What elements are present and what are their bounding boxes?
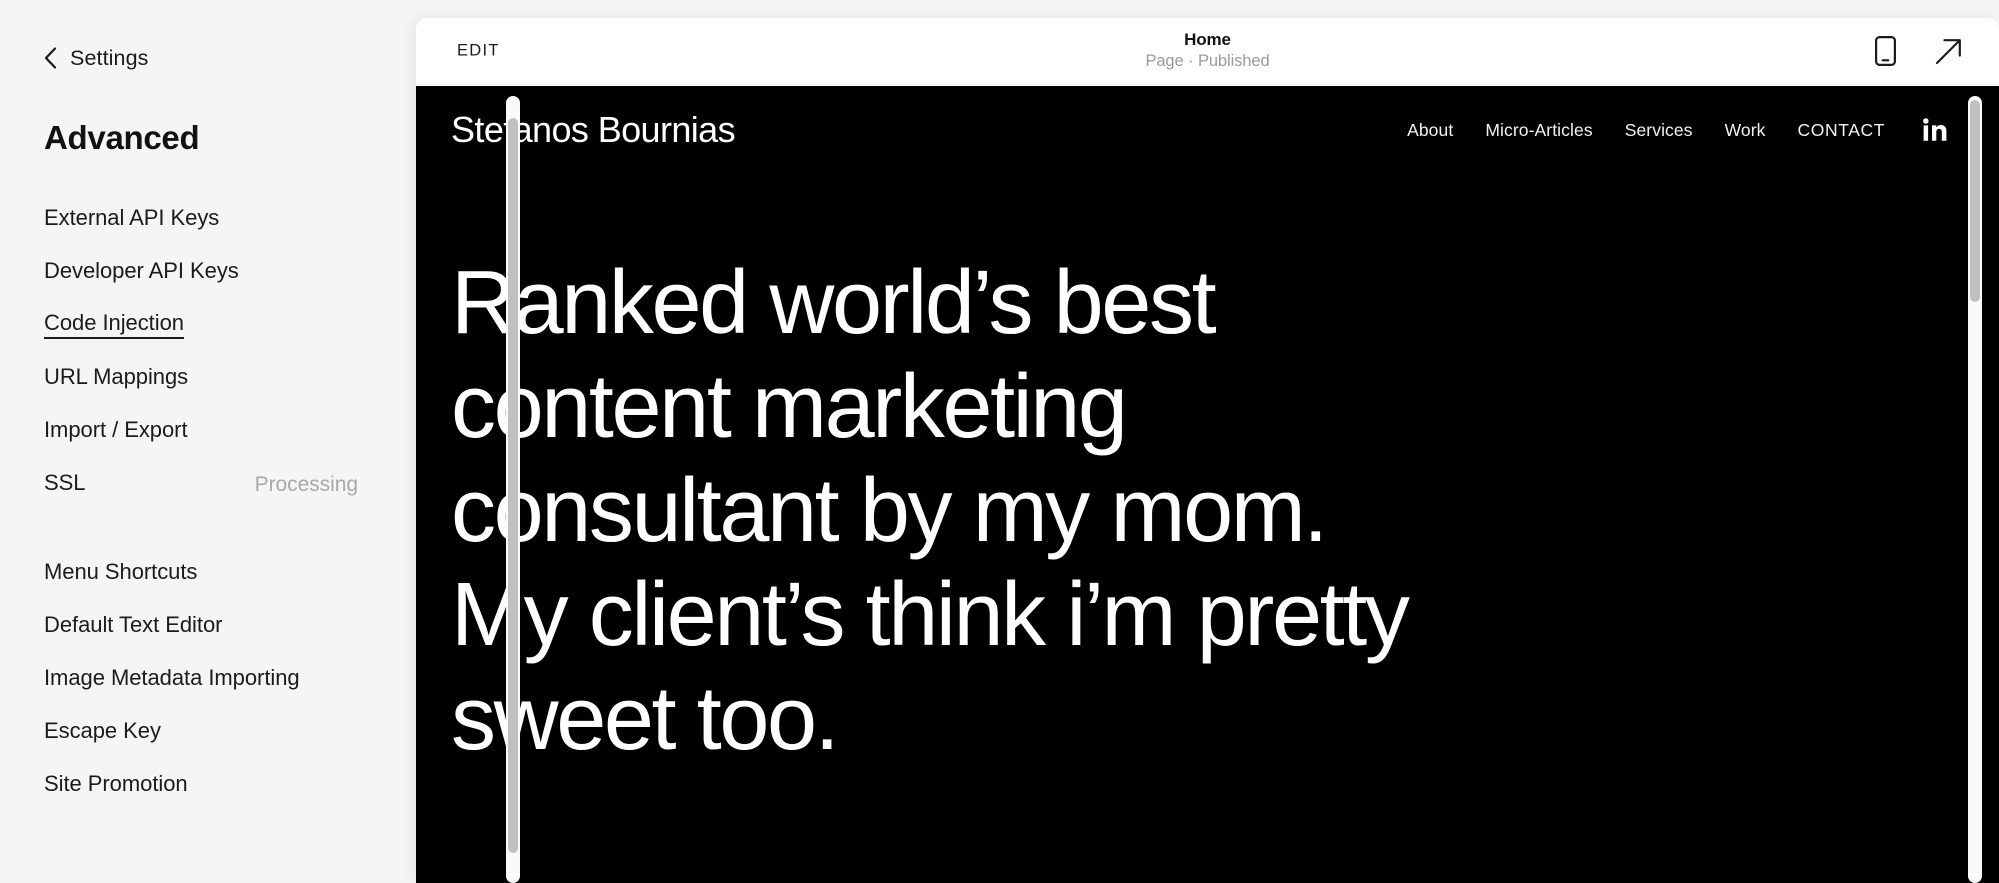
- preview-scrollbar-thumb[interactable]: [1970, 100, 1980, 302]
- sidebar-item-label: Import / Export: [44, 417, 188, 442]
- preview-toolbar: EDIT Home Page · Published: [416, 18, 1999, 85]
- hero-headline: Ranked world’s best content marketing co…: [451, 253, 1410, 769]
- chevron-left-icon: [44, 47, 57, 69]
- preview-page-title: Home: [1184, 30, 1231, 50]
- website-canvas: Stefanos Bournias About Micro-Articles S…: [416, 86, 1999, 883]
- website-hero: Ranked world’s best content marketing co…: [416, 174, 1999, 772]
- settings-scrollbar[interactable]: [506, 96, 520, 883]
- website-menu-item-micro-articles[interactable]: Micro-Articles: [1469, 120, 1608, 141]
- sidebar-item-label: Menu Shortcuts: [44, 559, 198, 584]
- sidebar-item-label: Code Injection: [44, 312, 184, 339]
- sidebar-item-label: External API Keys: [44, 205, 220, 230]
- sidebar-item-label: Site Promotion: [44, 771, 188, 796]
- site-preview-panel: EDIT Home Page · Published Stefanos Bour…: [416, 18, 1999, 883]
- sidebar-item-label: SSL: [44, 470, 86, 495]
- preview-page-status: Page · Published: [1145, 52, 1270, 71]
- linkedin-icon[interactable]: [1901, 118, 1947, 142]
- sidebar-item-label: URL Mappings: [44, 364, 189, 389]
- status-badge: Processing: [254, 472, 358, 496]
- edit-button[interactable]: EDIT: [457, 42, 500, 61]
- sidebar-item-label: Escape Key: [44, 718, 161, 743]
- preview-toolbar-actions: [1875, 36, 1963, 66]
- website-navbar: Stefanos Bournias About Micro-Articles S…: [416, 86, 1999, 174]
- website-menu-item-contact[interactable]: CONTACT: [1782, 120, 1901, 141]
- mobile-view-icon[interactable]: [1875, 36, 1896, 66]
- back-to-settings-button[interactable]: Settings: [44, 42, 194, 74]
- settings-scrollbar-thumb[interactable]: [508, 118, 518, 853]
- website-menu: About Micro-Articles Services Work CONTA…: [1391, 118, 1947, 142]
- sidebar-item-label: Default Text Editor: [44, 612, 223, 637]
- back-label: Settings: [70, 45, 149, 70]
- sidebar-item-label: Developer API Keys: [44, 258, 239, 283]
- website-brand[interactable]: Stefanos Bournias: [451, 109, 736, 151]
- website-menu-item-services[interactable]: Services: [1609, 120, 1709, 141]
- preview-scrollbar[interactable]: [1968, 96, 1982, 883]
- website-menu-item-work[interactable]: Work: [1709, 120, 1782, 141]
- sidebar-item-label: Image Metadata Importing: [44, 665, 300, 690]
- preview-page-info: Home Page · Published: [416, 29, 1999, 73]
- website-menu-item-about[interactable]: About: [1391, 120, 1469, 141]
- open-external-icon[interactable]: [1934, 37, 1963, 66]
